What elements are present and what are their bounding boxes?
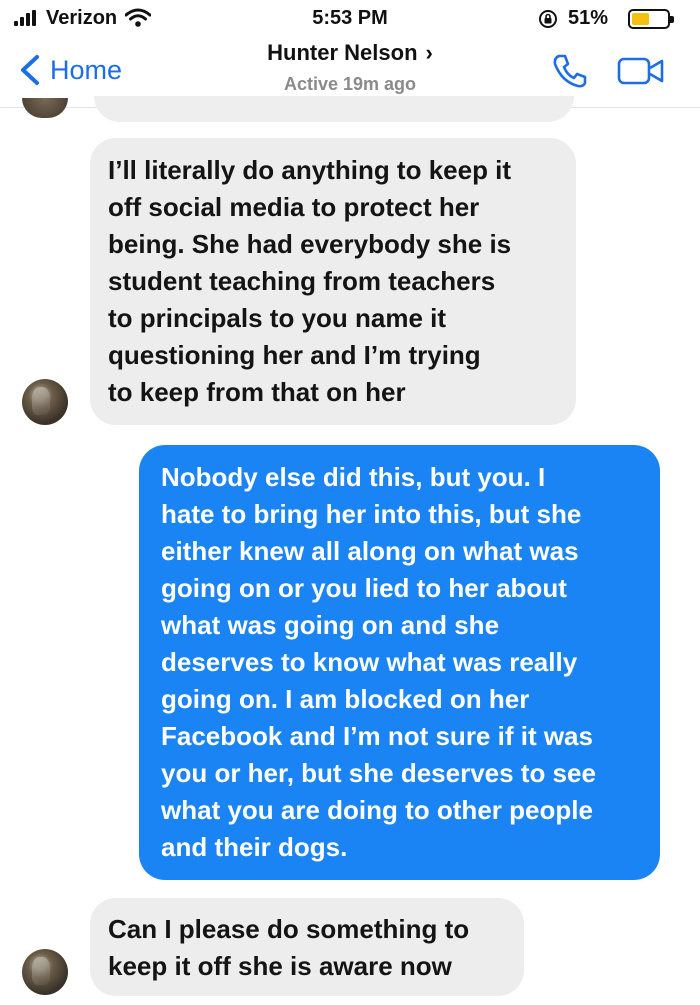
phone-icon[interactable]: [551, 52, 589, 90]
avatar[interactable]: [22, 379, 68, 425]
contact-status: Active 19m ago: [283, 74, 417, 94]
message-text: Nobody else did this, but you. I hate to…: [161, 462, 596, 862]
message-bubble-partial: [94, 96, 574, 122]
contact-info[interactable]: Hunter Nelson › Active 19m ago: [0, 40, 700, 95]
contact-name: Hunter Nelson: [267, 40, 418, 65]
message-text: I’ll literally do anything to keep it of…: [108, 155, 512, 407]
battery-icon: [628, 9, 674, 29]
rotation-lock-icon: [539, 10, 557, 28]
incoming-message[interactable]: I’ll literally do anything to keep it of…: [90, 138, 576, 425]
message-text: Can I please do something to keep it off…: [108, 914, 470, 981]
battery-percent: 51%: [568, 7, 609, 29]
battery-level: [632, 13, 649, 25]
avatar: [22, 98, 68, 118]
video-camera-icon[interactable]: [617, 56, 665, 86]
avatar[interactable]: [22, 949, 68, 995]
outgoing-message[interactable]: Nobody else did this, but you. I hate to…: [139, 445, 660, 880]
chevron-right-icon: ›: [425, 40, 433, 65]
status-bar: Verizon 5:53 PM 51%: [0, 0, 700, 38]
incoming-message[interactable]: Can I please do something to keep it off…: [90, 898, 524, 996]
